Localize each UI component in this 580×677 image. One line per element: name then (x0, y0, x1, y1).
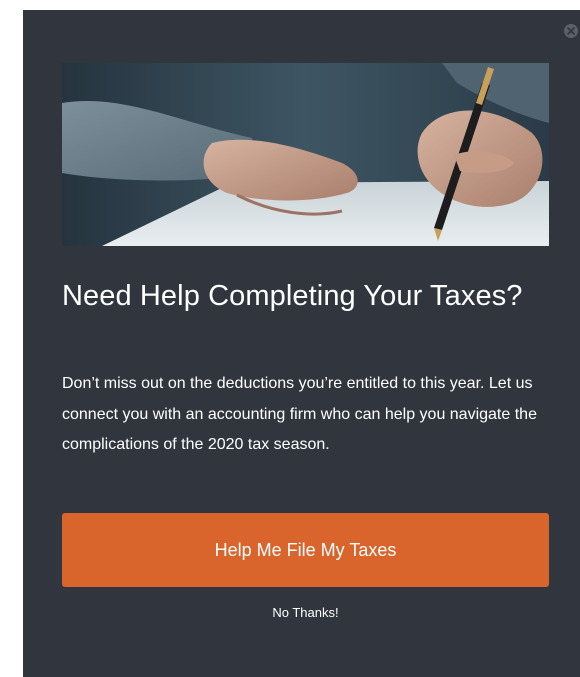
hand-writing-pen-image (62, 63, 549, 246)
body-copy: Don’t miss out on the deductions you’re … (62, 375, 537, 453)
no-thanks-link[interactable]: No Thanks! (62, 605, 549, 620)
close-x-glyph (567, 27, 575, 35)
headline: Need Help Completing Your Taxes? (62, 280, 523, 312)
hero-image (62, 63, 549, 246)
close-icon[interactable] (564, 24, 578, 38)
tax-help-popup: Need Help Completing Your Taxes? Don’t m… (23, 10, 580, 677)
help-me-file-button[interactable]: Help Me File My Taxes (62, 513, 549, 587)
